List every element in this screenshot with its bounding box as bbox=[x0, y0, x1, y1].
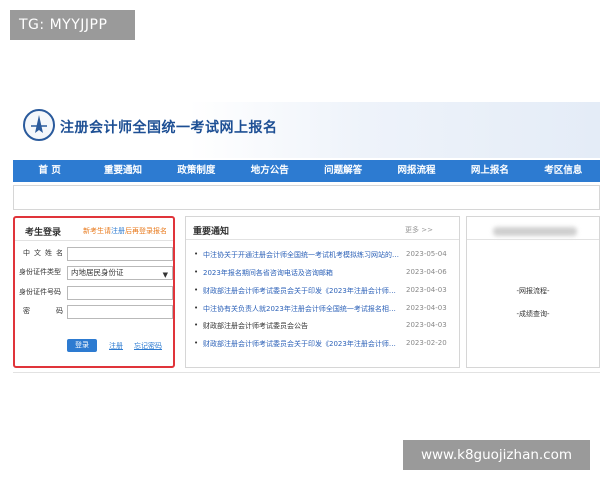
news-item-date: 2023-04-03 bbox=[406, 321, 447, 329]
id-type-select[interactable]: 内地居民身份证 ▼ bbox=[67, 266, 173, 280]
name-input[interactable] bbox=[67, 247, 173, 261]
site-title: 注册会计师全国统一考试网上报名 bbox=[60, 120, 278, 136]
login-title: 考生登录 bbox=[25, 228, 62, 238]
id-number-input[interactable] bbox=[67, 286, 173, 300]
list-item[interactable]: • 财政部注册会计师考试委员会关于印发《2023年注册会计师… 2023-02-… bbox=[194, 339, 456, 349]
bullet-icon: • bbox=[194, 339, 199, 347]
side-panel: -网报流程- -成绩查询- bbox=[466, 216, 600, 368]
password-label-char: 密 bbox=[23, 307, 30, 315]
blurred-heading bbox=[493, 227, 577, 236]
register-link[interactable]: 注册 bbox=[109, 341, 123, 351]
name-label: 中 文 姓 名 bbox=[19, 248, 67, 258]
nav-item-important-notices[interactable]: 重要通知 bbox=[86, 160, 159, 182]
name-label-char: 姓 bbox=[45, 249, 52, 257]
news-item-title[interactable]: 2023年报名期间各省咨询电话及咨询邮箱 bbox=[203, 268, 399, 278]
id-type-selected: 内地居民身份证 bbox=[71, 268, 124, 277]
nav-item-exam-region-info[interactable]: 考区信息 bbox=[527, 160, 600, 182]
news-title: 重要通知 bbox=[193, 227, 230, 237]
nav-item-policies[interactable]: 政策制度 bbox=[160, 160, 233, 182]
news-divider bbox=[186, 239, 459, 240]
news-item-date: 2023-02-20 bbox=[406, 339, 447, 347]
news-item-title[interactable]: 中注协有关负责人就2023年注册会计师全国统一考试报名相… bbox=[203, 304, 399, 314]
watermark-bottom-right: www.k8guojizhan.com bbox=[403, 440, 590, 470]
id-number-row: 身份证件号码 bbox=[19, 286, 173, 300]
news-item-date: 2023-04-06 bbox=[406, 268, 447, 276]
password-label-char: 码 bbox=[56, 307, 63, 315]
login-hint-prefix: 新考生请 bbox=[83, 227, 111, 235]
list-item[interactable]: • 中注协关于开通注册会计师全国统一考试机考模拟练习网站的公… 2023-05-… bbox=[194, 250, 456, 260]
bullet-icon: • bbox=[194, 304, 199, 312]
login-button[interactable]: 登录 bbox=[67, 339, 97, 352]
id-number-label: 身份证件号码 bbox=[19, 288, 61, 296]
forgot-password-link[interactable]: 忘记密码 bbox=[134, 341, 162, 351]
news-item-title[interactable]: 财政部注册会计师考试委员会关于印发《2023年注册会计师… bbox=[203, 339, 399, 349]
name-label-char: 文 bbox=[34, 249, 41, 257]
login-hint: 新考生请注册后再登录报名 bbox=[83, 226, 167, 236]
login-hint-suffix: 后再登录报名 bbox=[125, 227, 167, 235]
news-panel: 重要通知 更多 >> • 中注协关于开通注册会计师全国统一考试机考模拟练习网站的… bbox=[185, 216, 460, 368]
registration-process-link[interactable]: -网报流程- bbox=[467, 286, 599, 296]
nav-item-online-registration[interactable]: 网上报名 bbox=[453, 160, 526, 182]
login-panel: 考生登录 新考生请注册后再登录报名 中 文 姓 名 身份证件类型 内地居民身份证… bbox=[13, 216, 175, 368]
news-item-date: 2023-04-03 bbox=[406, 304, 447, 312]
news-more-link[interactable]: 更多 >> bbox=[405, 225, 433, 235]
name-row: 中 文 姓 名 bbox=[19, 247, 173, 261]
id-type-label: 身份证件类型 bbox=[19, 268, 61, 276]
bullet-icon: • bbox=[194, 268, 199, 276]
password-row: 密 码 bbox=[19, 305, 173, 319]
bottom-divider bbox=[13, 372, 600, 373]
login-divider bbox=[15, 240, 173, 241]
password-label: 密 码 bbox=[19, 306, 67, 316]
site-header: 注册会计师全国统一考试网上报名 bbox=[13, 102, 600, 158]
score-query-link[interactable]: -成绩查询- bbox=[467, 309, 599, 319]
bullet-icon: • bbox=[194, 321, 199, 329]
password-input[interactable] bbox=[67, 305, 173, 319]
watermark-top-left: TG: MYYJJPP bbox=[10, 10, 135, 40]
list-item[interactable]: • 财政部注册会计师考试委员会关于印发《2023年注册会计师… 2023-04-… bbox=[194, 286, 456, 296]
cicpa-logo-icon bbox=[23, 109, 55, 141]
notice-bar bbox=[13, 185, 600, 210]
list-item[interactable]: • 财政部注册会计师考试委员会公告 2023-04-03 bbox=[194, 321, 456, 331]
side-divider bbox=[467, 239, 599, 240]
bullet-icon: • bbox=[194, 250, 199, 258]
news-item-title[interactable]: 中注协关于开通注册会计师全国统一考试机考模拟练习网站的公… bbox=[203, 250, 399, 260]
news-item-date: 2023-05-04 bbox=[406, 250, 447, 258]
nav-item-registration-process[interactable]: 网报流程 bbox=[380, 160, 453, 182]
nav-item-faq[interactable]: 问题解答 bbox=[307, 160, 380, 182]
name-label-char: 名 bbox=[56, 249, 63, 257]
chevron-down-icon: ▼ bbox=[162, 271, 168, 279]
list-item[interactable]: • 中注协有关负责人就2023年注册会计师全国统一考试报名相… 2023-04-… bbox=[194, 304, 456, 314]
news-item-date: 2023-04-03 bbox=[406, 286, 447, 294]
news-item-title[interactable]: 财政部注册会计师考试委员会公告 bbox=[203, 321, 399, 331]
list-item[interactable]: • 2023年报名期间各省咨询电话及咨询邮箱 2023-04-06 bbox=[194, 268, 456, 278]
id-type-row: 身份证件类型 内地居民身份证 ▼ bbox=[19, 266, 173, 280]
name-label-char: 中 bbox=[23, 249, 30, 257]
login-hint-register-link[interactable]: 注册 bbox=[111, 227, 125, 235]
nav-item-local-announcements[interactable]: 地方公告 bbox=[233, 160, 306, 182]
main-nav: 首 页 重要通知 政策制度 地方公告 问题解答 网报流程 网上报名 考区信息 bbox=[13, 160, 600, 182]
bullet-icon: • bbox=[194, 286, 199, 294]
nav-item-home[interactable]: 首 页 bbox=[13, 160, 86, 182]
news-item-title[interactable]: 财政部注册会计师考试委员会关于印发《2023年注册会计师… bbox=[203, 286, 399, 296]
